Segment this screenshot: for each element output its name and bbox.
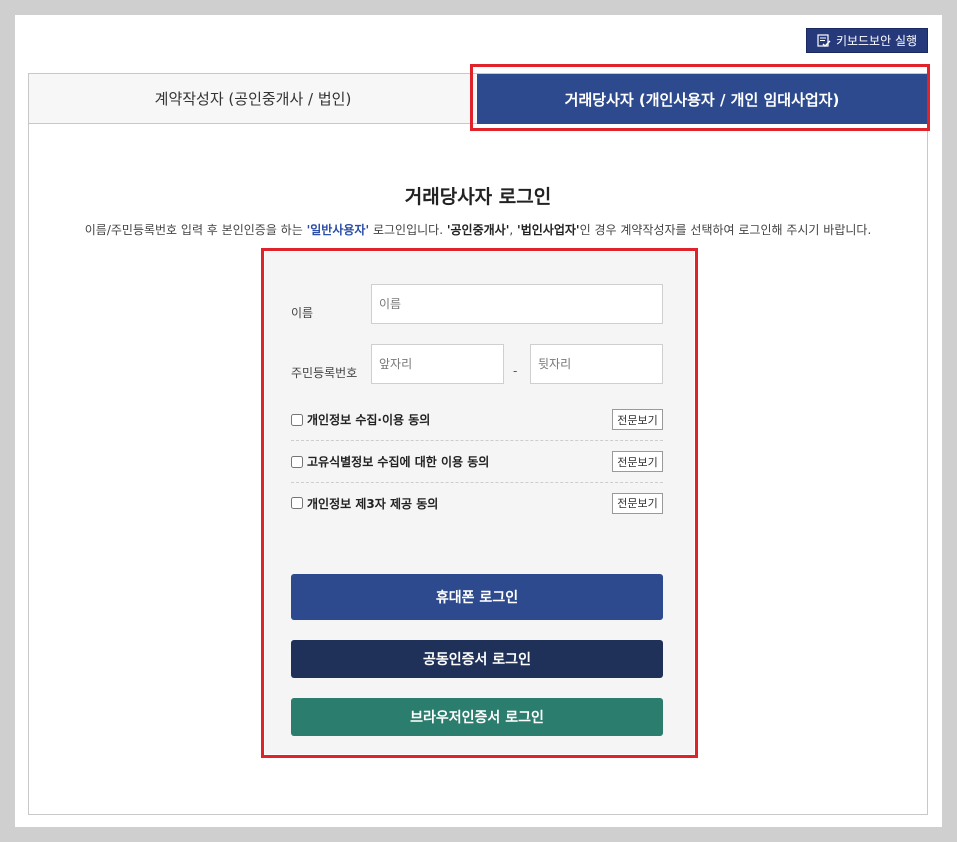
login-description: 이름/주민등록번호 입력 후 본인인증을 하는 '일반사용자' 로그인입니다. … <box>29 221 927 238</box>
desc-text-4: 인 경우 계약작성자를 선택하여 로그인해 주시기 바랍니다. <box>579 223 872 237</box>
agreement-unique-id[interactable]: 고유식별정보 수집에 대한 이용 동의 <box>291 453 489 470</box>
desc-highlight-broker: '공인중개사' <box>446 223 510 237</box>
agreement-unique-id-checkbox[interactable] <box>291 455 303 468</box>
agreement-row: 고유식별정보 수집에 대한 이용 동의 전문보기 <box>291 441 663 483</box>
certificate-login-button[interactable]: 공동인증서 로그인 <box>291 640 663 678</box>
desc-highlight-corporate: '법인사업자' <box>517 223 580 237</box>
rrn-front-input[interactable] <box>371 344 504 384</box>
keyboard-security-button[interactable]: 키보드보안 실행 <box>806 28 928 53</box>
login-form: 이름 주민등록번호 - 개인정보 수집·이용 동의 전문보기 고유식별정보 수집… <box>265 252 694 754</box>
tab-contract-writer[interactable]: 계약작성자 (공인중개사 / 법인) <box>29 74 477 124</box>
desc-highlight-general-user: '일반사용자' <box>306 223 370 237</box>
keyboard-security-icon <box>817 33 831 48</box>
agreement-row: 개인정보 수집·이용 동의 전문보기 <box>291 399 663 441</box>
desc-text-1: 이름/주민등록번호 입력 후 본인인증을 하는 <box>84 223 307 237</box>
view-full-button[interactable]: 전문보기 <box>612 451 663 472</box>
agreement-label: 개인정보 제3자 제공 동의 <box>307 496 439 511</box>
agreement-label: 고유식별정보 수집에 대한 이용 동의 <box>307 455 490 469</box>
agreement-privacy[interactable]: 개인정보 수집·이용 동의 <box>291 411 430 428</box>
phone-login-button[interactable]: 휴대폰 로그인 <box>291 574 663 620</box>
agreement-third-party[interactable]: 개인정보 제3자 제공 동의 <box>291 495 438 512</box>
name-input[interactable] <box>371 284 663 324</box>
view-full-button[interactable]: 전문보기 <box>612 492 663 514</box>
browser-certificate-login-button[interactable]: 브라우저인증서 로그인 <box>291 698 663 736</box>
login-panel: 계약작성자 (공인중개사 / 법인) 거래당사자 (개인사용자 / 개인 임대사… <box>28 64 930 815</box>
view-full-button[interactable]: 전문보기 <box>612 409 663 430</box>
desc-text-3: , <box>509 223 518 237</box>
login-tabs: 계약작성자 (공인중개사 / 법인) 거래당사자 (개인사용자 / 개인 임대사… <box>29 64 930 131</box>
rrn-dash: - <box>513 364 518 378</box>
keyboard-security-label: 키보드보안 실행 <box>835 34 918 48</box>
page-title: 거래당사자 로그인 <box>404 186 552 208</box>
agreement-label: 개인정보 수집·이용 동의 <box>307 413 431 427</box>
tab-trading-party[interactable]: 거래당사자 (개인사용자 / 개인 임대사업자) <box>477 74 927 124</box>
desc-text-2: 로그인입니다. <box>369 223 447 237</box>
agreement-privacy-checkbox[interactable] <box>291 413 303 426</box>
agreement-third-party-checkbox[interactable] <box>291 497 303 509</box>
agreement-row: 개인정보 제3자 제공 동의 전문보기 <box>291 482 663 524</box>
rrn-back-input[interactable] <box>530 344 663 384</box>
page-container: 키보드보안 실행 계약작성자 (공인중개사 / 법인) 거래당사자 (개인사용자… <box>15 15 942 827</box>
name-label: 이름 <box>291 306 314 320</box>
rrn-label: 주민등록번호 <box>291 366 358 380</box>
